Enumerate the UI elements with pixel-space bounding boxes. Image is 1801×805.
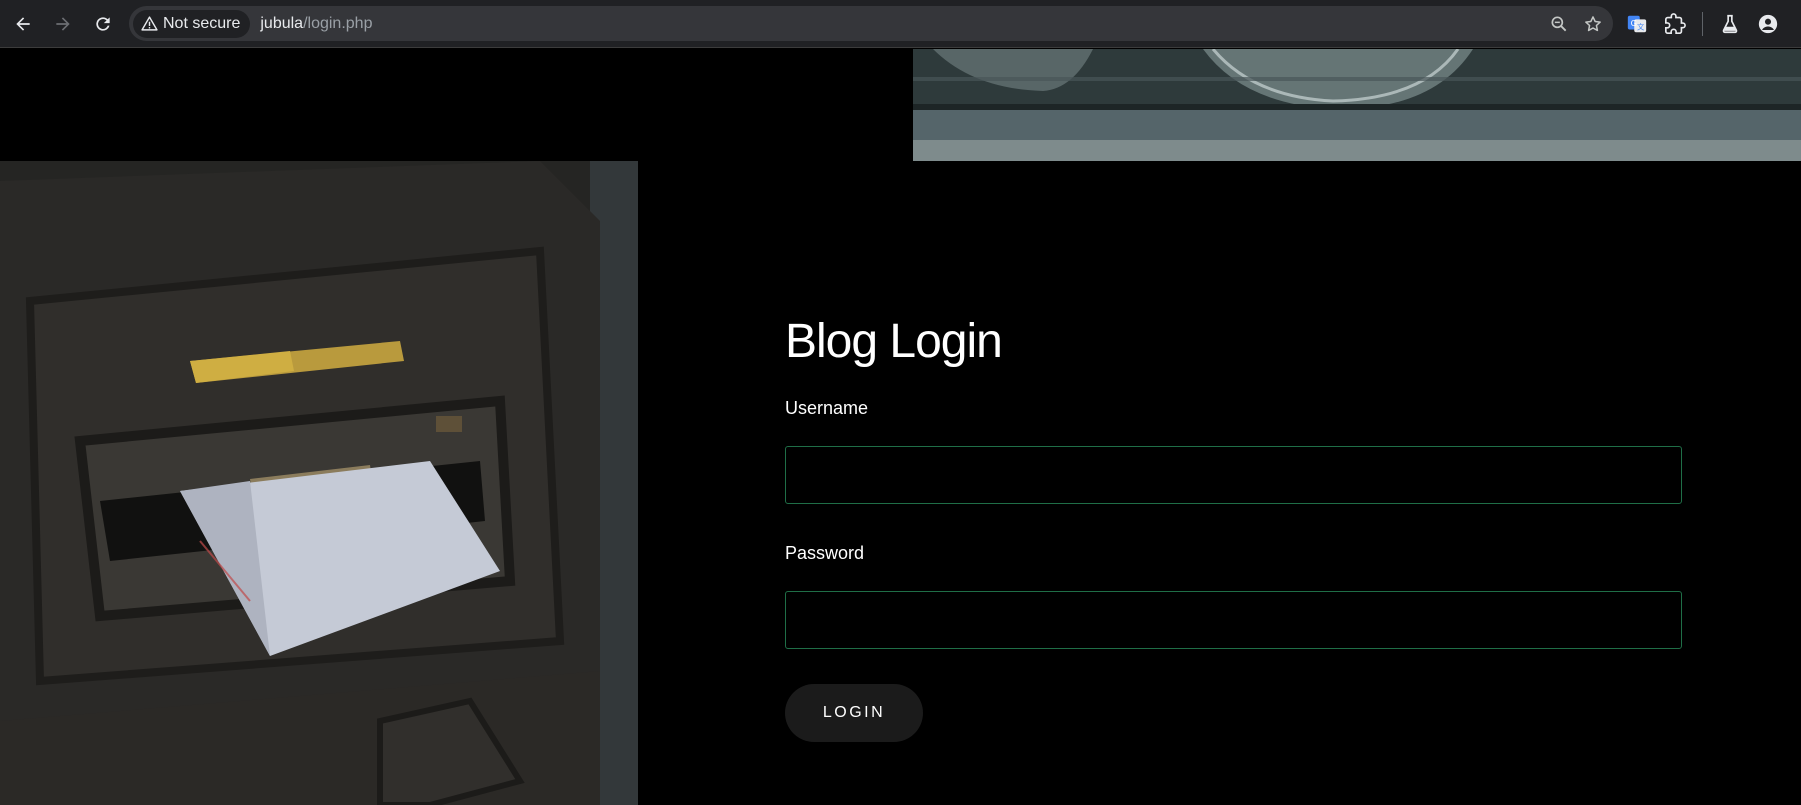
password-label: Password bbox=[785, 543, 865, 563]
security-label: Not secure bbox=[163, 14, 241, 32]
translate-icon[interactable]: G文 bbox=[1626, 13, 1648, 35]
side-photo bbox=[0, 161, 638, 805]
zoom-icon[interactable] bbox=[1549, 14, 1569, 34]
banner-photo bbox=[913, 49, 1801, 161]
flask-icon[interactable] bbox=[1719, 13, 1741, 35]
security-chip[interactable]: Not secure bbox=[133, 9, 251, 38]
url-host: jubula bbox=[260, 14, 304, 32]
forward-button[interactable] bbox=[44, 5, 82, 43]
warning-triangle-icon bbox=[141, 16, 158, 31]
reload-icon bbox=[96, 16, 110, 31]
address-bar[interactable]: Not secure jubula/login.php bbox=[129, 6, 1613, 41]
svg-text:文: 文 bbox=[1637, 23, 1645, 32]
arrow-left-icon bbox=[16, 16, 30, 31]
username-input[interactable] bbox=[785, 446, 1682, 504]
reload-button[interactable] bbox=[84, 5, 122, 43]
star-icon[interactable] bbox=[1583, 14, 1603, 34]
profile-icon[interactable] bbox=[1757, 13, 1779, 35]
browser-toolbar: Not secure jubula/login.php G文 bbox=[0, 0, 1801, 48]
page-title: Blog Login bbox=[785, 315, 1003, 368]
password-input[interactable] bbox=[785, 591, 1682, 649]
url-text[interactable]: jubula/login.php bbox=[260, 15, 372, 33]
back-button[interactable] bbox=[4, 5, 42, 43]
puzzle-icon[interactable] bbox=[1664, 13, 1686, 35]
page: Blog Login Username Password LOGIN bbox=[0, 49, 1801, 805]
login-button[interactable]: LOGIN bbox=[785, 684, 923, 742]
toolbar-separator bbox=[1702, 12, 1703, 36]
username-label: Username bbox=[785, 398, 869, 418]
svg-text:G: G bbox=[1631, 18, 1637, 28]
arrow-right-icon bbox=[56, 16, 70, 31]
url-path: /login.php bbox=[303, 14, 373, 32]
